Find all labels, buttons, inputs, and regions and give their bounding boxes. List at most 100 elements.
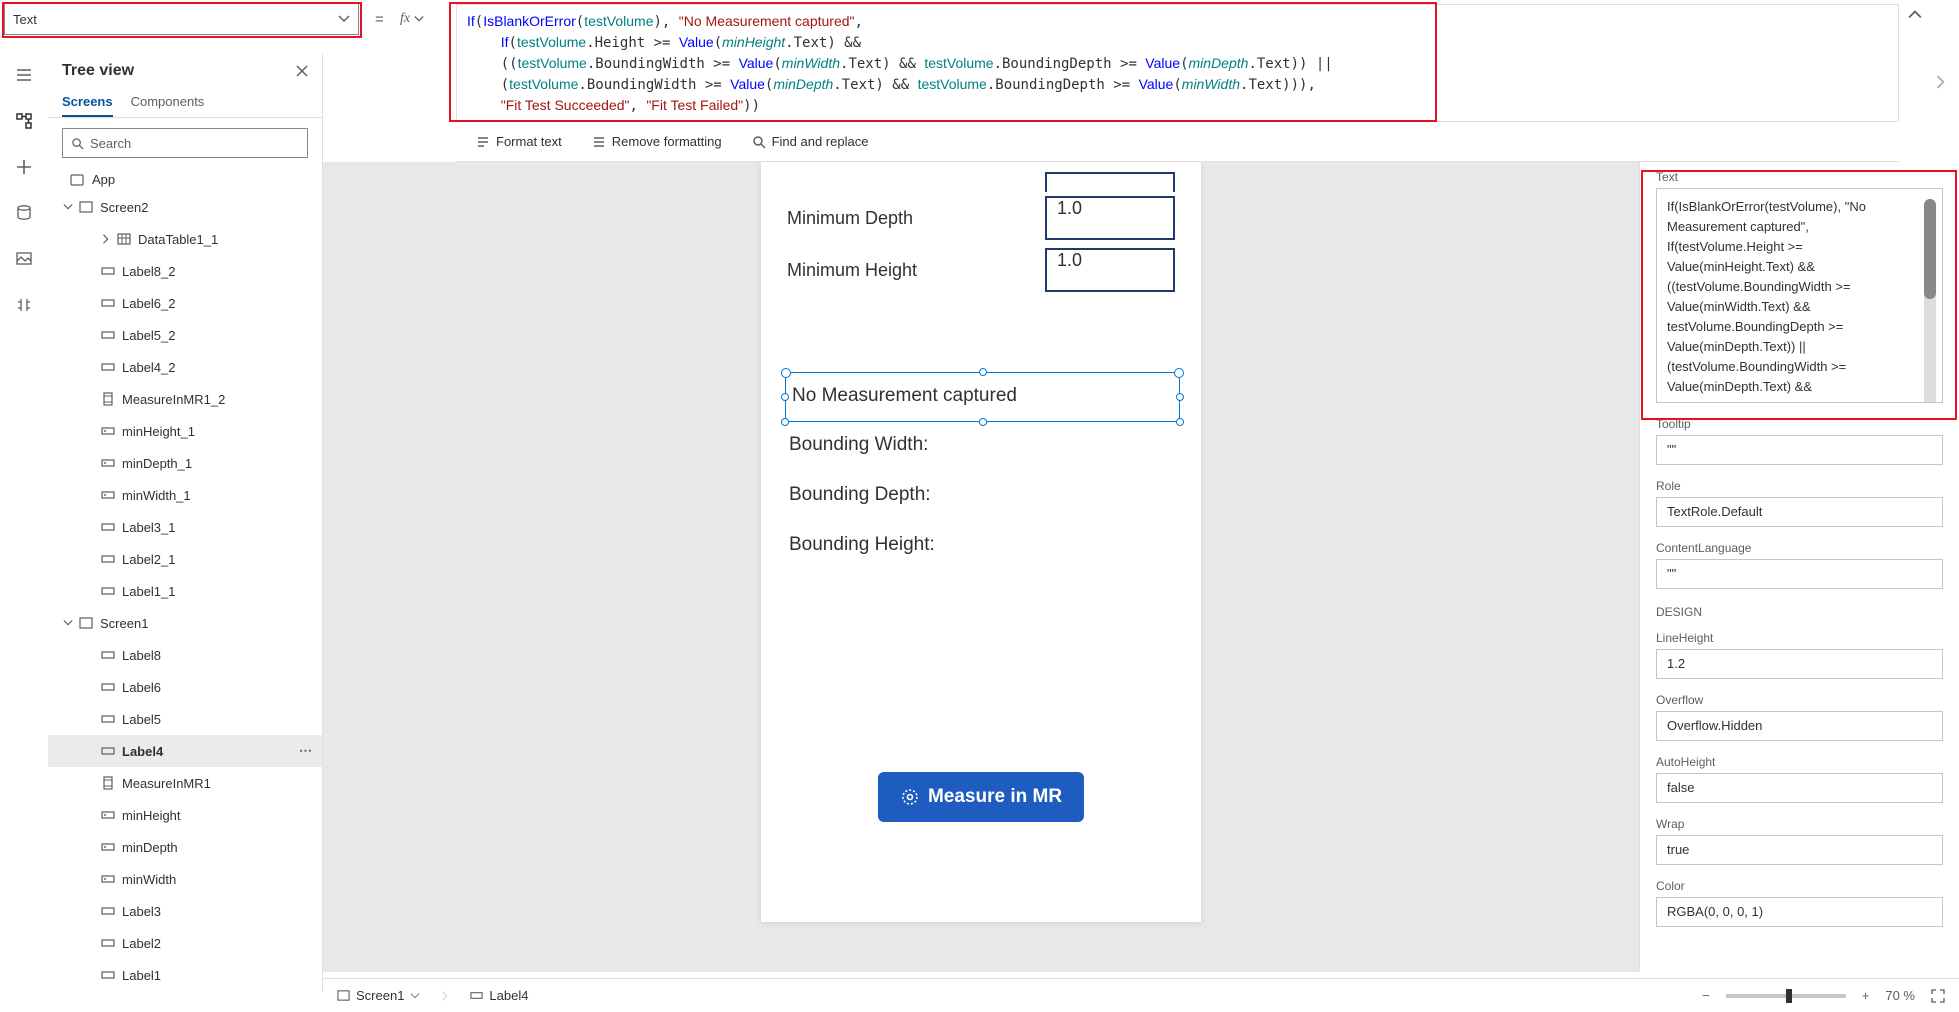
search-icon (752, 135, 766, 149)
tree-item-measureinmr1[interactable]: MeasureInMR1 (48, 767, 322, 799)
tree-item-label3_1[interactable]: Label3_1 (48, 511, 322, 543)
tree-view-icon[interactable] (15, 112, 33, 130)
find-replace-button[interactable]: Find and replace (752, 134, 869, 149)
formula-chevron-up-icon[interactable] (1901, 4, 1929, 26)
prop-text-label: Text (1640, 162, 1959, 186)
min-height-input[interactable]: 1.0 (1045, 248, 1175, 292)
more-icon[interactable]: ⋯ (299, 743, 312, 759)
tree-item-label: Screen1 (100, 616, 148, 631)
prop-overflow-label: Overflow (1640, 685, 1959, 709)
tree-item-label5[interactable]: Label5 (48, 703, 322, 735)
tree-item-label8_2[interactable]: Label8_2 (48, 255, 322, 287)
prop-overflow-input[interactable]: Overflow.Hidden (1656, 711, 1943, 741)
tree-item-measureinmr1_2[interactable]: MeasureInMR1_2 (48, 383, 322, 415)
prop-tooltip-label: Tooltip (1640, 409, 1959, 433)
screen-icon (79, 200, 93, 214)
tree-item-label: minDepth_1 (122, 456, 192, 471)
prop-tooltip-input[interactable]: "" (1656, 435, 1943, 465)
remove-formatting-icon (592, 135, 606, 149)
data-icon[interactable] (15, 204, 33, 222)
tree-item-screen2[interactable]: Screen2 (48, 191, 322, 223)
label-icon (101, 968, 115, 982)
zoom-in-button[interactable]: + (1862, 988, 1870, 1003)
bounding-depth-label: Bounding Depth: (789, 484, 931, 506)
mr-icon (101, 776, 115, 790)
insert-icon[interactable] (15, 158, 33, 176)
canvas-area[interactable]: Minimum Depth 1.0 Minimum Height 1.0 No … (323, 162, 1639, 972)
tree-item-label5_2[interactable]: Label5_2 (48, 319, 322, 351)
tree-item-label: Label2 (122, 936, 161, 951)
label-icon (101, 328, 115, 342)
tab-screens[interactable]: Screens (62, 88, 113, 117)
format-text-button[interactable]: Format text (476, 134, 562, 149)
tree-item-label3[interactable]: Label3 (48, 895, 322, 927)
prop-color-input[interactable]: RGBA(0, 0, 0, 1) (1656, 897, 1943, 927)
fx-indicator[interactable]: fx (400, 0, 424, 38)
tree-item-minheight_1[interactable]: minHeight_1 (48, 415, 322, 447)
tree-item-label6[interactable]: Label6 (48, 671, 322, 703)
chevron-down-icon (338, 13, 350, 25)
tree-item-label: Label6 (122, 680, 161, 695)
tree-item-label6_2[interactable]: Label6_2 (48, 287, 322, 319)
expand-icon[interactable] (63, 202, 73, 212)
tree-app-node[interactable]: App (48, 168, 322, 191)
prop-lineheight-input[interactable]: 1.2 (1656, 649, 1943, 679)
tree-item-label1[interactable]: Label1 (48, 959, 322, 991)
tab-components[interactable]: Components (131, 88, 205, 117)
input-icon (101, 424, 115, 438)
chevron-down-icon (414, 14, 424, 24)
tree-item-label: Label3 (122, 904, 161, 919)
min-depth-input[interactable]: 1.0 (1045, 196, 1175, 240)
expand-icon[interactable] (63, 618, 73, 628)
tree-item-label: minHeight_1 (122, 424, 195, 439)
tree-item-minheight[interactable]: minHeight (48, 799, 322, 831)
tree-item-label2[interactable]: Label2 (48, 927, 322, 959)
property-dropdown[interactable]: Text (4, 3, 359, 35)
search-icon (71, 137, 84, 150)
hamburger-icon[interactable] (15, 66, 33, 84)
tree-item-label: DataTable1_1 (138, 232, 218, 247)
measure-in-mr-button[interactable]: Measure in MR (878, 772, 1084, 822)
tools-icon[interactable] (15, 296, 33, 314)
scrollbar[interactable] (1924, 199, 1936, 403)
fit-screen-icon[interactable] (1931, 989, 1945, 1003)
input-icon (101, 456, 115, 470)
prop-contentlanguage-input[interactable]: "" (1656, 559, 1943, 589)
remove-formatting-button[interactable]: Remove formatting (592, 134, 722, 149)
prop-contentlanguage-label: ContentLanguage (1640, 533, 1959, 557)
tree-item-label1_1[interactable]: Label1_1 (48, 575, 322, 607)
prop-color-label: Color (1640, 871, 1959, 895)
breadcrumb-screen[interactable]: Screen1 (337, 988, 420, 1003)
tree-item-mindepth_1[interactable]: minDepth_1 (48, 447, 322, 479)
result-text: No Measurement captured (792, 385, 1017, 407)
tree-item-label8[interactable]: Label8 (48, 639, 322, 671)
prop-autoheight-input[interactable]: false (1656, 773, 1943, 803)
tree-item-label4_2[interactable]: Label4_2 (48, 351, 322, 383)
prop-role-input[interactable]: TextRole.Default (1656, 497, 1943, 527)
tree-list: Screen2DataTable1_1Label8_2Label6_2Label… (48, 191, 322, 991)
tree-item-label: Label1 (122, 968, 161, 983)
label-icon (101, 744, 115, 758)
zoom-out-button[interactable]: − (1702, 988, 1710, 1003)
formula-bar[interactable]: If(IsBlankOrError(testVolume), "No Measu… (456, 4, 1899, 122)
zoom-slider[interactable] (1726, 994, 1846, 998)
breadcrumb-control[interactable]: Label4 (470, 988, 528, 1003)
tree-item-minwidth[interactable]: minWidth (48, 863, 322, 895)
tree-item-mindepth[interactable]: minDepth (48, 831, 322, 863)
close-icon[interactable] (296, 65, 308, 77)
tree-item-screen1[interactable]: Screen1 (48, 607, 322, 639)
label-icon (101, 904, 115, 918)
media-icon[interactable] (15, 250, 33, 268)
tree-item-datatable1_1[interactable]: DataTable1_1 (48, 223, 322, 255)
tree-item-label2_1[interactable]: Label2_1 (48, 543, 322, 575)
tree-item-label4[interactable]: Label4⋯ (48, 735, 322, 767)
tree-search-input[interactable]: Search (62, 128, 308, 158)
formula-code[interactable]: If(IsBlankOrError(testVolume), "No Measu… (457, 5, 1898, 122)
formula-next-icon[interactable] (1929, 70, 1953, 94)
format-text-icon (476, 135, 490, 149)
tree-item-minwidth_1[interactable]: minWidth_1 (48, 479, 322, 511)
prop-text-input[interactable]: If(IsBlankOrError(testVolume), "No Measu… (1656, 188, 1943, 403)
expand-icon[interactable] (101, 234, 111, 244)
selected-label4[interactable]: No Measurement captured (785, 372, 1180, 422)
prop-wrap-input[interactable]: true (1656, 835, 1943, 865)
